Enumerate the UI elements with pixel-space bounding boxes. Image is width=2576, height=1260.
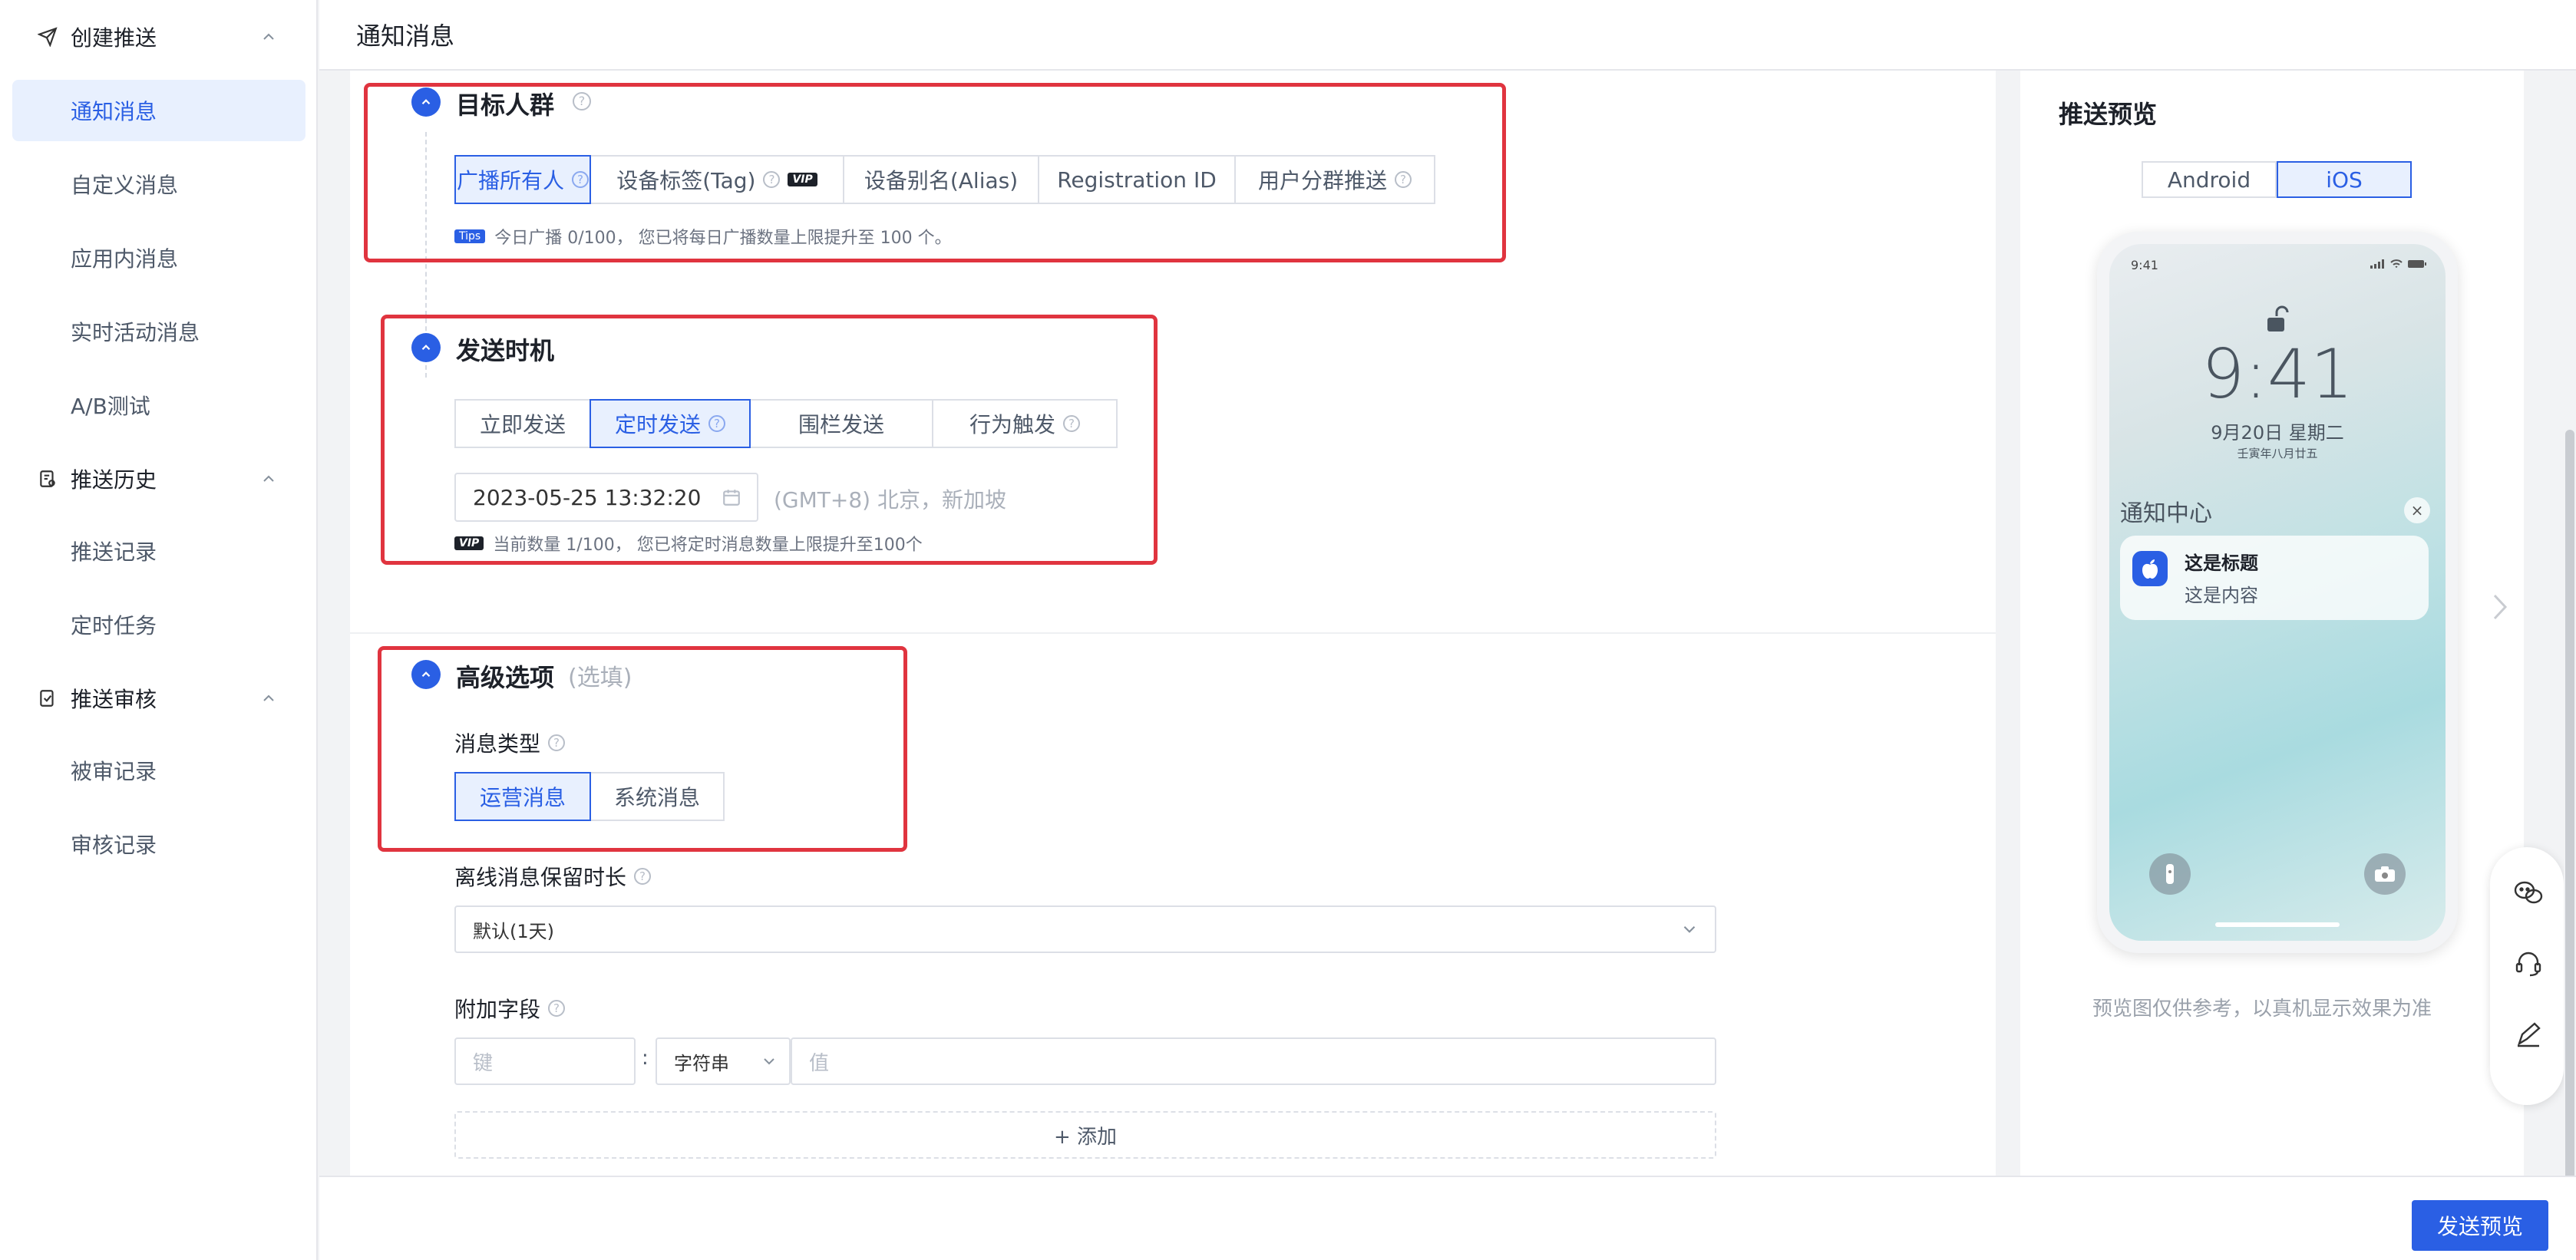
tab-android[interactable]: Android [2142,161,2277,198]
nav-group-label: 创建推送 [71,25,157,51]
help-icon[interactable]: ? [634,868,652,885]
option-label: 广播所有人 [456,168,564,193]
add-field-button[interactable]: + 添加 [454,1111,1716,1159]
review-icon [35,686,60,711]
sidebar-item-label: 自定义消息 [71,173,179,198]
send-preview-button[interactable]: 发送预览 [2412,1200,2548,1251]
preview-disclaimer: 预览图仅供参考，以真机显示效果为准 [2092,998,2432,1021]
notification-body: 这是内容 [2185,585,2258,606]
tab-label: Android [2167,167,2251,193]
offline-retention-label: 离线消息保留时长 ? [454,861,652,892]
placeholder-text: 键 [473,1051,494,1075]
customer-service-icon[interactable] [2513,948,2544,979]
help-icon: ? [572,171,589,188]
sidebar-item-label: 审核记录 [71,833,157,858]
sidebar-item-reviewed-records[interactable]: 被审记录 [12,740,305,801]
chevron-up-icon [263,33,274,40]
message-type-operation[interactable]: 运营消息 [454,772,591,821]
preview-title: 推送预览 [2059,100,2158,129]
option-label: 定时发送 [614,412,701,437]
sidebar-item-push-records[interactable]: 推送记录 [12,520,305,582]
target-option-broadcast[interactable]: 广播所有人 ? [454,155,591,204]
battery-icon [2408,260,2426,268]
offline-retention-select[interactable]: 默认(1天) [454,905,1716,953]
sidebar-item-live-activity[interactable]: 实时活动消息 [12,301,305,362]
send-icon [35,25,60,49]
lock-screen-time: 9:41 [2201,335,2353,414]
flashlight-icon [2149,853,2191,895]
notification-title: 这是标题 [2185,552,2258,574]
button-label: + 添加 [1053,1125,1118,1149]
button-label: 发送预览 [2436,1214,2523,1239]
sidebar: 创建推送 通知消息 自定义消息 应用内消息 实时活动消息 A/B测试 推送历史 … [0,0,318,1260]
nav-group-push-review[interactable]: 推送审核 [0,661,318,735]
chevron-down-icon [764,1058,774,1065]
sidebar-item-review-records[interactable]: 审核记录 [12,813,305,875]
camera-icon [2364,853,2406,895]
apple-icon [2132,551,2168,586]
page-title: 通知消息 [356,21,455,51]
footer-bar [319,1176,2576,1260]
phone-mockup: 9:41 9:41 9月20日 星期二 壬寅年八月廿五 通知中心 × 这是标题 … [2097,232,2458,953]
history-icon [35,467,60,491]
chevron-down-icon [1683,925,1696,933]
status-bar-time: 9:41 [2131,258,2158,272]
close-icon[interactable]: × [2404,497,2430,523]
sidebar-item-in-app-message[interactable]: 应用内消息 [12,227,305,289]
signal-icon [2370,259,2384,269]
edit-icon[interactable] [2513,1019,2544,1050]
topbar: 通知消息 [319,0,2576,71]
help-icon[interactable]: ? [548,1000,566,1017]
sidebar-item-label: 应用内消息 [71,246,179,272]
sidebar-item-label: 通知消息 [71,99,157,124]
unlock-icon [2267,305,2289,331]
timing-option-scheduled[interactable]: 定时发送 ? [590,399,751,448]
chevron-right-icon[interactable] [2492,592,2508,622]
phone-lock-screen: 9:41 9:41 9月20日 星期二 壬寅年八月廿五 通知中心 × 这是标题 … [2109,244,2446,941]
extra-key-input[interactable]: 键 [454,1037,636,1085]
option-label: 运营消息 [479,785,566,810]
lunar-date: 壬寅年八月廿五 [2237,447,2318,460]
label-text: 离线消息保留时长 [454,865,627,890]
chevron-up-icon [263,694,274,701]
tab-label: iOS [2326,167,2363,193]
tab-ios[interactable]: iOS [2277,161,2412,198]
lock-screen-date: 9月20日 星期二 [2211,422,2344,444]
sidebar-item-scheduled-tasks[interactable]: 定时任务 [12,594,305,655]
help-icon: ? [708,415,725,432]
preview-platform-tabs: Android iOS [2142,161,2412,198]
key-value-separator: : [642,1047,649,1070]
placeholder-text: 值 [809,1051,830,1075]
sidebar-item-ab-test[interactable]: A/B测试 [12,374,305,436]
section-divider [350,632,1996,634]
notification-center-title: 通知中心 [2120,500,2212,527]
sidebar-item-custom-message[interactable]: 自定义消息 [12,153,305,215]
nav-group-label: 推送历史 [71,467,157,493]
home-indicator [2215,922,2340,927]
highlight-box-timing [381,315,1158,565]
chevron-up-icon [263,475,274,482]
wechat-icon[interactable] [2513,878,2544,909]
select-value: 字符串 [674,1052,729,1074]
extra-value-input[interactable]: 值 [791,1037,1716,1085]
sidebar-item-notification[interactable]: 通知消息 [12,80,305,141]
nav-group-create-push[interactable]: 创建推送 [0,0,318,74]
sidebar-item-label: 推送记录 [71,539,157,565]
preview-panel: 推送预览 Android iOS 9:41 9:41 9月20日 星期二 壬寅年… [2020,71,2524,1176]
floating-toolbar [2490,847,2564,1105]
nav-group-push-history[interactable]: 推送历史 [0,442,318,516]
scrollbar-thumb[interactable] [2565,430,2574,1182]
extra-fields-label: 附加字段 ? [454,993,566,1024]
wifi-icon [2390,259,2403,268]
notification-card: 这是标题 这是内容 [2120,536,2429,620]
extra-type-select[interactable]: 字符串 [656,1037,791,1085]
sidebar-item-label: 实时活动消息 [71,320,200,345]
sidebar-item-label: A/B测试 [71,394,150,419]
select-value: 默认(1天) [473,920,554,942]
nav-group-label: 推送审核 [71,687,157,712]
status-bar-icons [2370,259,2427,269]
sidebar-item-label: 被审记录 [71,759,157,784]
label-text: 附加字段 [454,997,541,1022]
sidebar-item-label: 定时任务 [71,613,157,638]
